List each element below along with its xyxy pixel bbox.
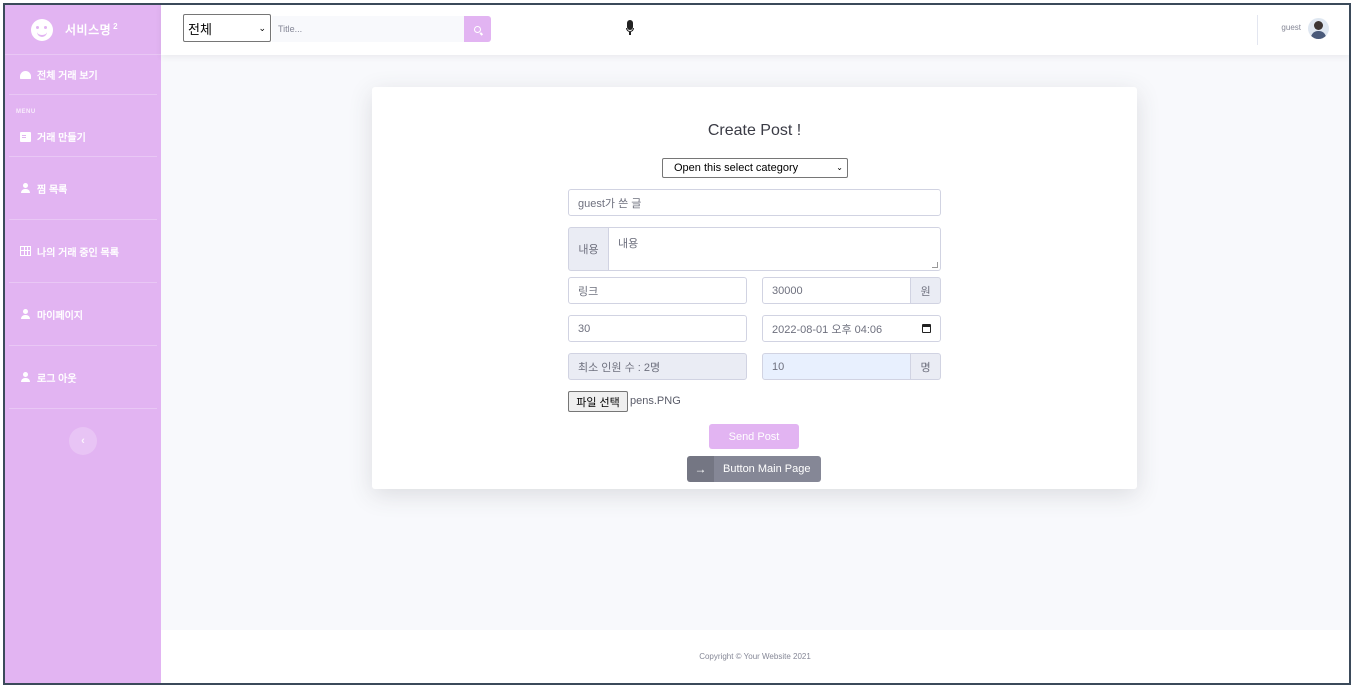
brand-name: 서비스명 2 (65, 22, 119, 37)
days-value: 30 (578, 322, 591, 335)
post-title-value: guest가 쓴 글 (578, 197, 642, 210)
user-name[interactable]: guest (1281, 23, 1301, 32)
content-value: 내용 (618, 238, 639, 250)
sidebar-item-label: 찜 목록 (37, 184, 68, 196)
create-post-card: Create Post ! Open this select category … (372, 87, 1137, 489)
link-input[interactable]: 링크 (568, 277, 747, 304)
dashboard-icon (20, 70, 31, 79)
sidebar-item-wishlist[interactable]: 찜 목록 (9, 157, 157, 220)
category-select-value: 전체 (188, 21, 212, 37)
brand-link[interactable]: 서비스명 2 (5, 5, 161, 55)
user-icon (20, 309, 31, 319)
page-title: Create Post ! (707, 122, 802, 139)
user-icon (20, 183, 31, 193)
card-icon (20, 131, 31, 142)
chevron-down-icon: ⌄ (836, 163, 843, 172)
days-input[interactable]: 30 (568, 315, 747, 342)
people-addon: 명 (910, 353, 941, 380)
sidebar-item-logout[interactable]: 로그 아웃 (9, 346, 157, 409)
price-addon-label: 원 (920, 285, 931, 298)
user-icon (20, 372, 31, 382)
footer: Copyright © Your Website 2021 (161, 630, 1349, 683)
sidebar-item-create-deal[interactable]: 거래 만들기 (9, 117, 157, 157)
app-window: 서비스명 2 전체 거래 보기 MENU 거래 만들기 찜 목록 나의 거래 중인… (3, 3, 1351, 685)
send-post-button[interactable]: Send Post (709, 424, 799, 449)
price-value: 30000 (772, 284, 803, 297)
min-people-value: 최소 인원 수 : 2명 (578, 361, 661, 374)
datetime-value: 2022-08-01 오후 04:06 (772, 323, 883, 336)
file-name: pens.PNG (630, 395, 681, 407)
sidebar-item-label: 전체 거래 보기 (37, 71, 98, 82)
sidebar-item-all-deals[interactable]: 전체 거래 보기 (9, 55, 157, 95)
price-input[interactable]: 30000 (762, 277, 911, 304)
file-choose-button[interactable]: 파일 선택 (568, 391, 628, 412)
chevron-down-icon: ⌄ (258, 23, 266, 33)
people-addon-label: 명 (920, 361, 931, 374)
arrow-right-icon: → (687, 456, 714, 482)
sidebar-item-label: 거래 만들기 (37, 133, 86, 144)
wink-smiley-icon (31, 18, 53, 41)
content-textarea[interactable]: 내용 (608, 227, 941, 271)
resize-grip-icon[interactable] (932, 262, 938, 268)
link-placeholder: 링크 (578, 285, 599, 298)
sidebar-item-mypage[interactable]: 마이페이지 (9, 283, 157, 346)
price-addon: 원 (910, 277, 941, 304)
chevron-left-icon: ‹ (81, 435, 85, 447)
sidebar-item-label: 로그 아웃 (37, 373, 77, 385)
sidebar-item-label: 마이페이지 (37, 310, 83, 322)
avatar[interactable] (1308, 18, 1329, 39)
search-placeholder: Title... (278, 24, 303, 34)
content-addon: 내용 (568, 227, 609, 271)
microphone-icon[interactable] (626, 20, 634, 38)
topbar-divider (1257, 15, 1258, 45)
search-icon (474, 25, 481, 33)
topbar: 전체 ⌄ Title... guest (161, 5, 1349, 55)
table-icon (20, 246, 31, 256)
sidebar-toggle-button[interactable]: ‹ (69, 427, 97, 455)
people-value: 10 (772, 360, 785, 373)
sidebar-item-label: 나의 거래 중인 목록 (37, 247, 119, 259)
sidebar-heading: MENU (16, 109, 36, 115)
post-category-value: Open this select category (674, 162, 799, 174)
min-people-field: 최소 인원 수 : 2명 (568, 353, 747, 380)
copyright-text: Copyright © Your Website 2021 (699, 652, 811, 661)
post-category-select[interactable]: Open this select category ⌄ (662, 158, 848, 178)
main-page-button[interactable]: → Button Main Page (687, 456, 821, 482)
people-input[interactable]: 10 (762, 353, 911, 380)
search-input[interactable]: Title... (272, 16, 464, 42)
calendar-icon[interactable] (922, 324, 931, 333)
datetime-input[interactable]: 2022-08-01 오후 04:06 (762, 315, 941, 342)
category-select[interactable]: 전체 ⌄ (183, 14, 271, 42)
search-button[interactable] (464, 16, 491, 42)
post-title-input[interactable]: guest가 쓴 글 (568, 189, 941, 216)
content-addon-label: 내용 (578, 244, 599, 256)
main-page-button-label: Button Main Page (723, 463, 811, 475)
sidebar: 서비스명 2 전체 거래 보기 MENU 거래 만들기 찜 목록 나의 거래 중인… (5, 5, 161, 683)
sidebar-item-my-deals[interactable]: 나의 거래 중인 목록 (9, 220, 157, 283)
